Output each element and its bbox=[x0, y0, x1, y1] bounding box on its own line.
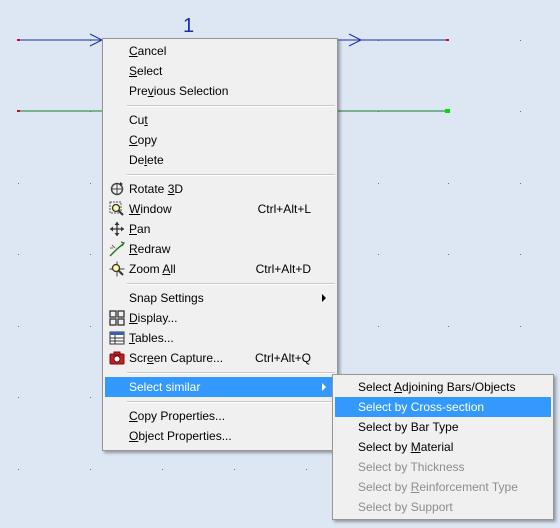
menu-separator bbox=[103, 170, 337, 179]
grid-dot bbox=[90, 326, 91, 327]
menu-item-cut[interactable]: Cut bbox=[105, 110, 335, 130]
node-end-marker[interactable] bbox=[17, 110, 20, 112]
grid-dot bbox=[162, 469, 163, 470]
grid-dot bbox=[520, 326, 521, 327]
grid-dot bbox=[234, 469, 235, 470]
shortcut-label: Ctrl+Alt+Q bbox=[254, 351, 311, 365]
submenu-item-by-material[interactable]: Select by Material bbox=[335, 437, 551, 457]
menu-item-snap-settings[interactable]: Snap Settings bbox=[105, 288, 335, 308]
display-icon bbox=[109, 310, 125, 326]
grid-dot bbox=[378, 326, 379, 327]
menu-item-redraw[interactable]: Redraw bbox=[105, 239, 335, 259]
menu-item-zoom-all[interactable]: Zoom All Ctrl+Alt+D bbox=[105, 259, 335, 279]
grid-dot bbox=[90, 183, 91, 184]
pan-icon bbox=[110, 222, 124, 236]
menu-item-select-similar[interactable]: Select similar bbox=[105, 377, 335, 397]
zoom-window-icon bbox=[109, 201, 124, 216]
menu-item-screen-capture[interactable]: Screen Capture... Ctrl+Alt+Q bbox=[105, 348, 335, 368]
grid-dot bbox=[90, 469, 91, 470]
menu-item-tables[interactable]: Tables... bbox=[105, 328, 335, 348]
grid-dot bbox=[520, 183, 521, 184]
grid-dot bbox=[448, 183, 449, 184]
grid-dot bbox=[378, 254, 379, 255]
menu-item-previous-selection[interactable]: Previous Selection bbox=[105, 81, 335, 101]
grid-dot bbox=[18, 469, 19, 470]
menu-item-select[interactable]: Select bbox=[105, 61, 335, 81]
menu-item-copy-properties[interactable]: Copy Properties... bbox=[105, 406, 335, 426]
submenu-item-by-support: Select by Support bbox=[358, 500, 453, 514]
rotate-3d-icon bbox=[110, 182, 124, 196]
menu-item-display[interactable]: Display... bbox=[105, 308, 335, 328]
grid-dot bbox=[520, 111, 521, 112]
node-end-marker[interactable] bbox=[17, 39, 20, 41]
context-menu: Cancel Select Previous Selection Cut Cop… bbox=[102, 38, 338, 451]
grid-dot bbox=[18, 397, 19, 398]
submenu-item-by-cross-section[interactable]: Select by Cross-section bbox=[335, 397, 551, 417]
menu-item-pan[interactable]: Pan bbox=[105, 219, 335, 239]
menu-separator bbox=[103, 397, 337, 406]
zoom-all-icon bbox=[109, 261, 125, 277]
shortcut-label: Ctrl+Alt+D bbox=[255, 262, 311, 276]
grid-dot bbox=[18, 183, 19, 184]
grid-dot bbox=[520, 40, 521, 41]
menu-separator bbox=[103, 368, 337, 377]
redraw-icon bbox=[109, 241, 125, 257]
grid-dot bbox=[90, 397, 91, 398]
menu-item-copy[interactable]: Copy bbox=[105, 130, 335, 150]
menu-item-object-properties[interactable]: Object Properties... bbox=[105, 426, 335, 446]
grid-dot bbox=[306, 469, 307, 470]
menu-separator bbox=[103, 101, 337, 110]
grid-dot bbox=[378, 183, 379, 184]
grid-dot bbox=[448, 254, 449, 255]
submenu-item-by-reinforcement-type: Select by Reinforcement Type bbox=[358, 480, 518, 494]
node-selected-marker[interactable] bbox=[445, 109, 450, 113]
submenu-arrow-icon bbox=[322, 294, 326, 302]
submenu-arrow-icon bbox=[322, 383, 326, 391]
select-similar-submenu: Select Adjoining Bars/Objects Select by … bbox=[332, 374, 554, 520]
grid-dot bbox=[448, 326, 449, 327]
bar-number-label: 1 bbox=[183, 15, 194, 37]
shortcut-label: Ctrl+Alt+L bbox=[257, 202, 311, 216]
menu-item-rotate-3d[interactable]: Rotate 3D bbox=[105, 179, 335, 199]
grid-dot bbox=[520, 254, 521, 255]
menu-item-window[interactable]: Window Ctrl+Alt+L bbox=[105, 199, 335, 219]
menu-item-delete[interactable]: Delete bbox=[105, 150, 335, 170]
grid-dot bbox=[90, 254, 91, 255]
menu-item-cancel[interactable]: Cancel bbox=[105, 41, 335, 61]
menu-separator bbox=[103, 279, 337, 288]
node-end-marker[interactable] bbox=[446, 39, 449, 41]
screen-capture-icon bbox=[109, 351, 125, 365]
grid-dot bbox=[18, 326, 19, 327]
submenu-item-by-thickness: Select by Thickness bbox=[358, 460, 465, 474]
grid-dot bbox=[18, 254, 19, 255]
tables-icon bbox=[109, 331, 125, 345]
submenu-item-by-bar-type[interactable]: Select by Bar Type bbox=[335, 417, 551, 437]
submenu-item-adjoining-bars[interactable]: Select Adjoining Bars/Objects bbox=[335, 377, 551, 397]
